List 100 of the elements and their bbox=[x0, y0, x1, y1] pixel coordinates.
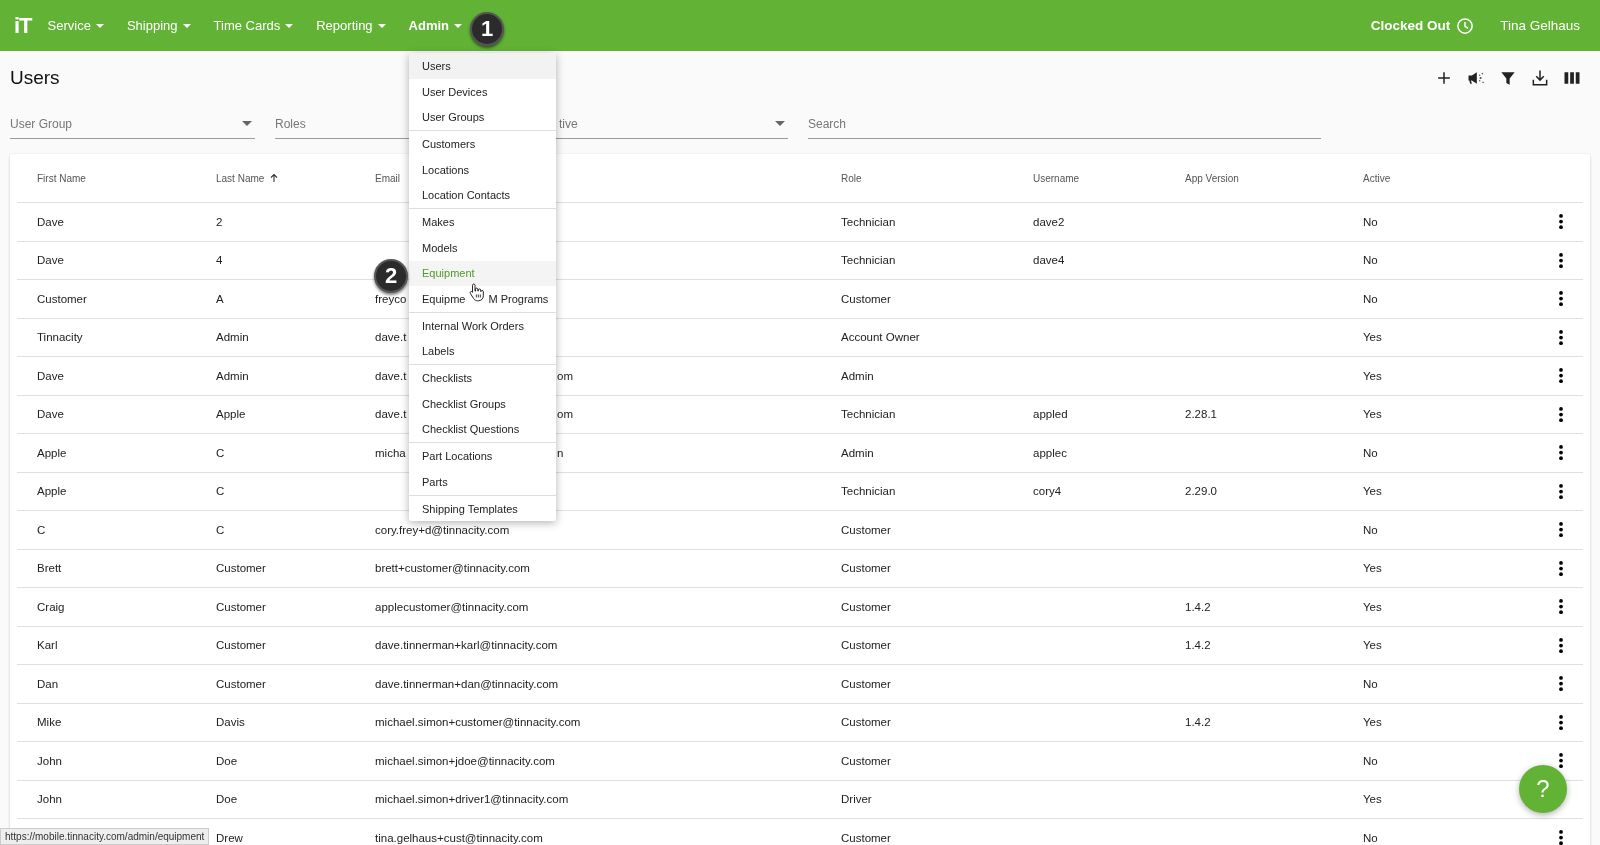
table-cell: 4 bbox=[216, 254, 223, 267]
status-url-tooltip: https://mobile.tinnacity.com/admin/equipment bbox=[0, 828, 210, 845]
more-options-icon[interactable] bbox=[1559, 483, 1563, 499]
table-cell: applecustomer@tinnacity.com bbox=[375, 600, 529, 613]
table-cell: dave.t bbox=[375, 408, 407, 421]
column-header[interactable]: Username bbox=[1013, 172, 1165, 184]
menu-item[interactable]: Internal Work Orders bbox=[409, 312, 556, 339]
table-cell: Doe bbox=[216, 793, 238, 806]
table-cell: Apple bbox=[37, 446, 67, 459]
table-cell: michael.simon+customer@tinnacity.com bbox=[375, 716, 581, 729]
table-cell: Technician bbox=[841, 408, 896, 421]
table-cell: Yes bbox=[1363, 562, 1382, 575]
table-cell: Yes bbox=[1363, 331, 1382, 344]
more-options-icon[interactable] bbox=[1559, 637, 1563, 653]
table-cell: Craig bbox=[37, 600, 65, 613]
column-header[interactable]: Role bbox=[821, 172, 1013, 184]
more-options-icon[interactable] bbox=[1559, 252, 1563, 268]
table-cell: Apple bbox=[37, 485, 67, 498]
menu-item[interactable]: Checklist Groups bbox=[409, 390, 556, 417]
table-cell: No bbox=[1363, 677, 1378, 690]
table-cell: Dave bbox=[37, 369, 64, 382]
table-cell: freyco bbox=[375, 292, 407, 305]
menu-item[interactable]: User Devices bbox=[409, 78, 556, 105]
caret-icon bbox=[454, 23, 463, 28]
table-cell: dave.tinnerman+dan@tinnacity.com bbox=[375, 677, 559, 690]
table-cell: Driver bbox=[841, 793, 872, 806]
page-title: Users bbox=[10, 67, 61, 89]
column-header[interactable]: First Name bbox=[17, 172, 196, 184]
more-options-icon[interactable] bbox=[1559, 291, 1563, 307]
more-options-icon[interactable] bbox=[1559, 214, 1563, 230]
more-options-icon[interactable] bbox=[1559, 676, 1563, 692]
more-options-icon[interactable] bbox=[1559, 329, 1563, 345]
table-cell: Mike bbox=[37, 716, 62, 729]
table-cell: Yes bbox=[1363, 639, 1382, 652]
caret-icon bbox=[182, 23, 191, 28]
caret-icon bbox=[377, 23, 386, 28]
select-field[interactable]: User Group bbox=[10, 109, 255, 139]
dropdown-arrow-icon bbox=[775, 121, 785, 126]
table-cell: Dave bbox=[37, 254, 64, 267]
input-field[interactable]: Search bbox=[808, 109, 1321, 139]
table-cell: Davis bbox=[216, 716, 245, 729]
table-cell: michael.simon+driver1@tinnacity.com bbox=[375, 793, 569, 806]
table-cell: tina.gelhaus+cust@tinnacity.com bbox=[375, 831, 543, 844]
more-options-icon[interactable] bbox=[1559, 406, 1563, 422]
table-cell: Technician bbox=[841, 254, 896, 267]
table-cell: Customer bbox=[216, 600, 266, 613]
table-cell: appled bbox=[1033, 408, 1068, 421]
caret-icon bbox=[285, 23, 294, 28]
column-header[interactable]: Active bbox=[1343, 172, 1493, 184]
table-cell: Yes bbox=[1363, 793, 1382, 806]
table-cell: 1.4.2 bbox=[1185, 716, 1211, 729]
table-cell: No bbox=[1363, 754, 1378, 767]
more-options-icon[interactable] bbox=[1559, 599, 1563, 615]
table-cell: Customer bbox=[841, 639, 891, 652]
table-cell: C bbox=[216, 523, 225, 536]
menu-item[interactable]: Checklists bbox=[409, 365, 556, 391]
table-cell: No bbox=[1363, 254, 1378, 267]
table-cell: Customer bbox=[216, 677, 266, 690]
more-options-icon[interactable] bbox=[1559, 560, 1563, 576]
table-cell: Dave bbox=[37, 215, 64, 228]
menu-item[interactable]: Location Contacts bbox=[409, 182, 556, 209]
table-cell: Customer bbox=[841, 716, 891, 729]
menu-item[interactable]: Locations bbox=[409, 156, 556, 183]
menu-item[interactable]: Models bbox=[409, 234, 556, 261]
more-options-icon[interactable] bbox=[1559, 753, 1563, 769]
table-cell: 1.4.2 bbox=[1185, 600, 1211, 613]
table-cell: dave.t bbox=[375, 331, 407, 344]
table-cell: C bbox=[216, 446, 225, 459]
more-options-icon[interactable] bbox=[1559, 522, 1563, 538]
table-cell: 2.29.0 bbox=[1185, 485, 1217, 498]
table-cell: Admin bbox=[841, 446, 874, 459]
table-cell: Customer bbox=[841, 600, 891, 613]
table-cell: Karl bbox=[37, 639, 58, 652]
table-cell: Yes bbox=[1363, 369, 1382, 382]
table-cell: Drew bbox=[216, 831, 243, 844]
menu-item[interactable]: Users bbox=[409, 53, 556, 79]
column-header[interactable]: Last Name bbox=[196, 172, 355, 184]
menu-item[interactable]: Checklist Questions bbox=[409, 416, 556, 443]
menu-item[interactable]: Part Locations bbox=[409, 443, 556, 469]
table-cell: Dave bbox=[37, 408, 64, 421]
menu-item[interactable]: Labels bbox=[409, 338, 556, 365]
table-cell: om bbox=[557, 369, 573, 382]
table-cell: 1.4.2 bbox=[1185, 639, 1211, 652]
download-icon[interactable] bbox=[1530, 68, 1550, 88]
more-options-icon[interactable] bbox=[1559, 445, 1563, 461]
table-cell: brett+customer@tinnacity.com bbox=[375, 562, 530, 575]
more-options-icon[interactable] bbox=[1559, 830, 1563, 845]
column-header[interactable]: App Version bbox=[1165, 172, 1343, 184]
table-cell: dave4 bbox=[1033, 254, 1065, 267]
more-options-icon[interactable] bbox=[1559, 714, 1563, 730]
table-cell: John bbox=[37, 793, 62, 806]
menu-item[interactable]: Shipping Templates bbox=[409, 495, 556, 522]
menu-item[interactable]: Makes bbox=[409, 209, 556, 235]
table-cell: om bbox=[557, 408, 573, 421]
table-cell: dave.tinnerman+karl@tinnacity.com bbox=[375, 639, 558, 652]
menu-item[interactable]: Parts bbox=[409, 469, 556, 495]
menu-item[interactable]: Equipme M Programs bbox=[409, 286, 556, 312]
table-cell: Admin bbox=[841, 369, 874, 382]
more-options-icon[interactable] bbox=[1559, 368, 1563, 384]
table-cell: michael.simon+jdoe@tinnacity.com bbox=[375, 754, 555, 767]
